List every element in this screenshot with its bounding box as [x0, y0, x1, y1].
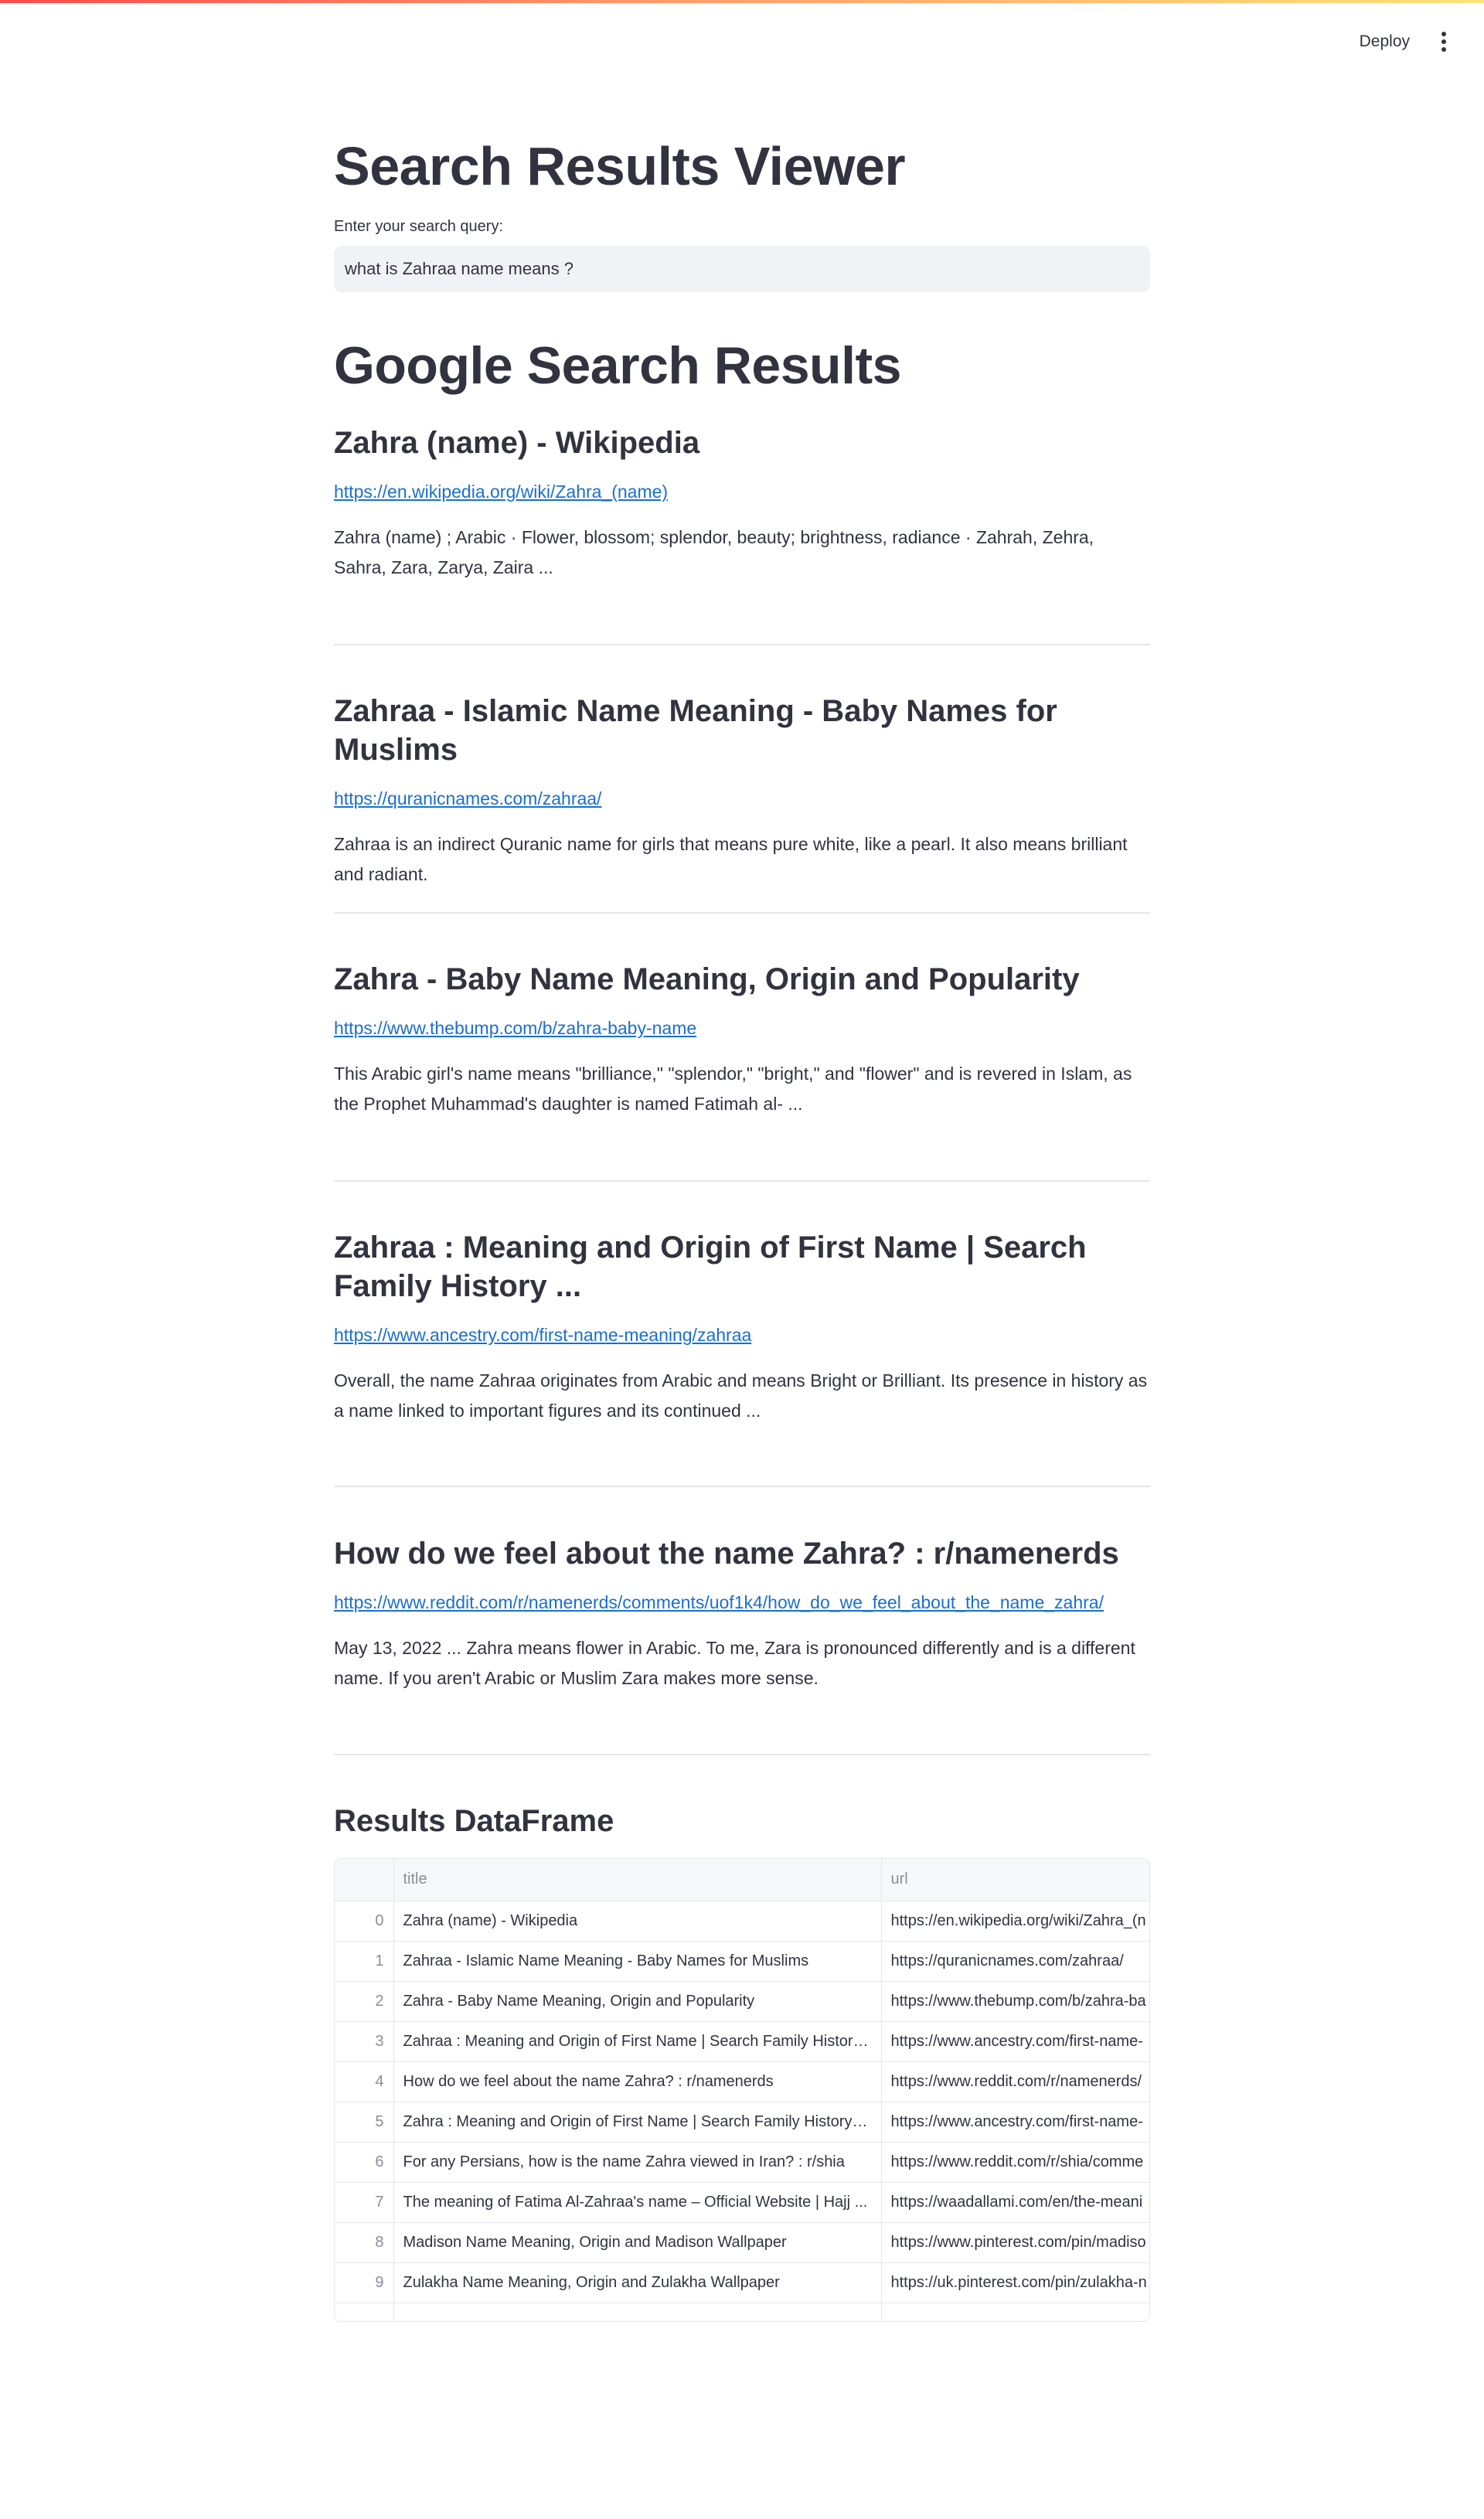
index-column-header — [335, 1859, 394, 1901]
deploy-button[interactable]: Deploy — [1356, 28, 1413, 56]
title-cell[interactable]: Madison Name Meaning, Origin and Madison… — [393, 2222, 882, 2263]
search-result: Zahra - Baby Name Meaning, Origin and Po… — [334, 960, 1150, 1119]
result-divider — [334, 912, 1150, 914]
url-cell[interactable]: https://www.reddit.com/r/namenerds/ — [881, 2061, 1149, 2102]
result-link[interactable]: https://www.ancestry.com/first-name-mean… — [334, 1322, 1150, 1347]
url-cell[interactable]: https://www.pinterest.com/pin/madiso — [881, 2222, 1149, 2263]
result-link[interactable]: https://en.wikipedia.org/wiki/Zahra_(nam… — [334, 479, 1150, 504]
table-row[interactable]: 4 How do we feel about the name Zahra? :… — [335, 2061, 1149, 2102]
search-result: How do we feel about the name Zahra? : r… — [334, 1534, 1150, 1694]
results-dataframe[interactable]: title url 0 Zahra (name) - Wikipedia htt… — [334, 1858, 1150, 2322]
result-divider — [334, 1486, 1150, 1487]
result-divider — [334, 1180, 1150, 1182]
row-index — [335, 2303, 394, 2321]
result-link[interactable]: https://quranicnames.com/zahraa/ — [334, 786, 1150, 811]
table-row[interactable]: 7 The meaning of Fatima Al-Zahraa's name… — [335, 2182, 1149, 2223]
result-link[interactable]: https://www.reddit.com/r/namenerds/comme… — [334, 1590, 1150, 1615]
result-snippet: Overall, the name Zahraa originates from… — [334, 1370, 1148, 1421]
result-divider — [334, 644, 1150, 645]
row-index: 5 — [335, 2102, 394, 2143]
result-snippet: Zahra (name) ; Arabic · Flower, blossom;… — [334, 527, 1094, 577]
result-snippet: May 13, 2022 ... Zahra means flower in A… — [334, 1638, 1135, 1688]
app-toolbar: Deploy — [1356, 23, 1453, 60]
search-result: Zahraa : Meaning and Origin of First Nam… — [334, 1228, 1150, 1426]
title-cell[interactable]: Zahraa - Islamic Name Meaning - Baby Nam… — [393, 1941, 882, 1982]
search-query-label: Enter your search query: — [334, 218, 503, 235]
title-cell[interactable]: Zahra (name) - Wikipedia — [393, 1901, 882, 1942]
search-result: Zahra (name) - Wikipedia https://en.wiki… — [334, 424, 1150, 583]
more-options-icon[interactable] — [1435, 26, 1453, 57]
table-row[interactable]: 2 Zahra - Baby Name Meaning, Origin and … — [335, 1981, 1149, 2022]
search-result: Zahraa - Islamic Name Meaning - Baby Nam… — [334, 692, 1150, 890]
url-cell[interactable]: https://waadallami.com/en/the-meani — [881, 2182, 1149, 2223]
title-cell[interactable]: Zahra : Meaning and Origin of First Name… — [393, 2102, 882, 2143]
page-title: Search Results Viewer — [334, 136, 906, 196]
result-snippet: This Arabic girl's name means "brillianc… — [334, 1064, 1132, 1114]
table-row[interactable]: 0 Zahra (name) - Wikipedia https://en.wi… — [335, 1901, 1149, 1942]
row-index: 3 — [335, 2021, 394, 2062]
row-index: 0 — [335, 1901, 394, 1942]
row-index: 8 — [335, 2222, 394, 2263]
header-accent-bar — [0, 0, 1484, 3]
title-cell[interactable] — [393, 2303, 882, 2321]
url-cell[interactable]: https://en.wikipedia.org/wiki/Zahra_(n — [881, 1901, 1149, 1942]
title-cell[interactable]: The meaning of Fatima Al-Zahraa's name –… — [393, 2182, 882, 2223]
table-row[interactable]: 1 Zahraa - Islamic Name Meaning - Baby N… — [335, 1941, 1149, 1982]
url-cell[interactable]: https://www.ancestry.com/first-name- — [881, 2102, 1149, 2143]
title-cell[interactable]: How do we feel about the name Zahra? : r… — [393, 2061, 882, 2102]
google-results-heading: Google Search Results — [334, 336, 901, 395]
row-index: 1 — [335, 1941, 394, 1982]
title-cell[interactable]: Zahraa : Meaning and Origin of First Nam… — [393, 2021, 882, 2062]
row-index: 4 — [335, 2061, 394, 2102]
column-header-title[interactable]: title — [393, 1859, 882, 1901]
table-row[interactable]: 9 Zulakha Name Meaning, Origin and Zulak… — [335, 2262, 1149, 2303]
url-cell[interactable] — [881, 2303, 1149, 2321]
table-row[interactable]: 8 Madison Name Meaning, Origin and Madis… — [335, 2222, 1149, 2263]
row-index: 7 — [335, 2182, 394, 2223]
result-title: Zahraa : Meaning and Origin of First Nam… — [334, 1231, 1087, 1303]
title-cell[interactable]: Zulakha Name Meaning, Origin and Zulakha… — [393, 2262, 882, 2303]
result-snippet: Zahraa is an indirect Quranic name for g… — [334, 834, 1128, 884]
result-divider — [334, 1754, 1150, 1755]
url-cell[interactable]: https://uk.pinterest.com/pin/zulakha-n — [881, 2262, 1149, 2303]
result-title: Zahraa - Islamic Name Meaning - Baby Nam… — [334, 694, 1057, 767]
url-cell[interactable]: https://www.ancestry.com/first-name- — [881, 2021, 1149, 2062]
table-row[interactable]: 5 Zahra : Meaning and Origin of First Na… — [335, 2102, 1149, 2143]
dataframe-heading: Results DataFrame — [334, 1804, 614, 1838]
title-cell[interactable]: For any Persians, how is the name Zahra … — [393, 2142, 882, 2183]
row-index: 2 — [335, 1981, 394, 2022]
table-row[interactable]: 3 Zahraa : Meaning and Origin of First N… — [335, 2021, 1149, 2062]
table-row-partial[interactable] — [335, 2303, 1149, 2321]
table-row[interactable]: 6 For any Persians, how is the name Zahr… — [335, 2142, 1149, 2183]
row-index: 6 — [335, 2142, 394, 2183]
url-cell[interactable]: https://www.reddit.com/r/shia/comme — [881, 2142, 1149, 2183]
url-cell[interactable]: https://www.thebump.com/b/zahra-ba — [881, 1981, 1149, 2022]
search-query-input[interactable] — [334, 246, 1150, 292]
result-link[interactable]: https://www.thebump.com/b/zahra-baby-nam… — [334, 1016, 1150, 1040]
result-title: How do we feel about the name Zahra? : r… — [334, 1537, 1119, 1571]
title-cell[interactable]: Zahra - Baby Name Meaning, Origin and Po… — [393, 1981, 882, 2022]
result-title: Zahra (name) - Wikipedia — [334, 426, 700, 460]
table-header-row: title url — [335, 1859, 1149, 1901]
result-title: Zahra - Baby Name Meaning, Origin and Po… — [334, 962, 1080, 996]
row-index: 9 — [335, 2262, 394, 2303]
url-cell[interactable]: https://quranicnames.com/zahraa/ — [881, 1941, 1149, 1982]
dataframe-table: title url 0 Zahra (name) - Wikipedia htt… — [335, 1859, 1149, 2321]
column-header-url[interactable]: url — [881, 1859, 1149, 1901]
